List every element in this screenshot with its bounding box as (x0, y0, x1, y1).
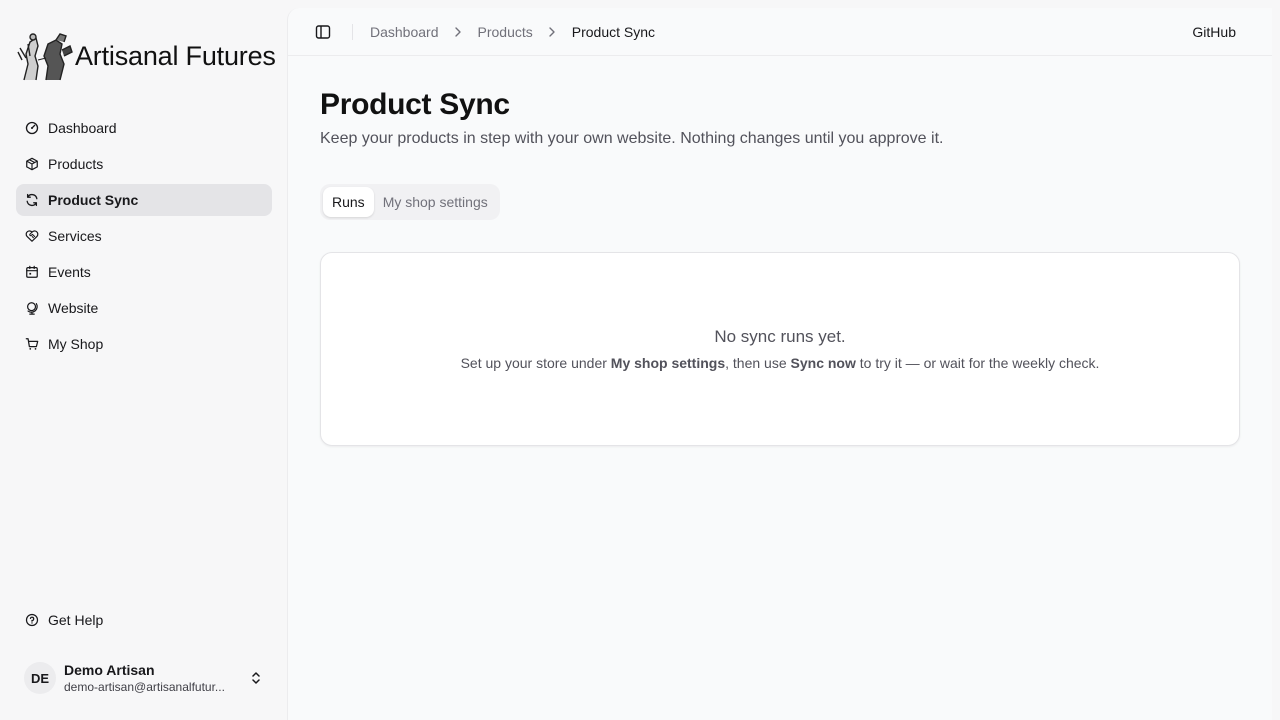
gauge-icon (25, 121, 39, 135)
user-email: demo-artisan@artisanalfutur... (64, 679, 225, 694)
sidebar: Artisanal Futures Dashboard Products Pro… (0, 0, 288, 720)
chevron-right-icon (451, 25, 465, 39)
github-link[interactable]: GitHub (1192, 24, 1236, 40)
tab-runs[interactable]: Runs (323, 187, 374, 217)
empty-state-title: No sync runs yet. (714, 327, 846, 346)
tab-my-shop-settings[interactable]: My shop settings (374, 187, 497, 217)
breadcrumb: Dashboard Products Product Sync (370, 24, 655, 40)
main-content: Dashboard Products Product Sync GitHub P… (287, 8, 1272, 720)
help-circle-icon (25, 613, 39, 627)
sidebar-item-label: My Shop (48, 336, 104, 352)
page-title: Product Sync (320, 88, 510, 121)
sidebar-item-services[interactable]: Services (16, 220, 272, 252)
sidebar-item-my-shop[interactable]: My Shop (16, 328, 272, 360)
artisanal-hands-logo-icon (16, 30, 74, 82)
empty-desc-text-3: to try it — or wait for the weekly check… (855, 355, 1100, 371)
brand-name: Artisanal Futures (75, 40, 276, 71)
get-help-button[interactable]: Get Help (16, 604, 272, 636)
shopping-cart-icon (25, 337, 39, 351)
sidebar-item-events[interactable]: Events (16, 256, 272, 288)
sidebar-item-label: Events (48, 264, 91, 280)
page-subtitle: Keep your products in step with your own… (320, 130, 944, 147)
chevron-right-icon (545, 25, 559, 39)
sidebar-item-label: Products (48, 156, 104, 172)
sidebar-nav: Dashboard Products Product Sync Services… (16, 112, 272, 364)
sidebar-item-label: Product Sync (48, 192, 139, 208)
breadcrumb-products[interactable]: Products (478, 24, 533, 40)
runs-empty-state-card: No sync runs yet. Set up your store unde… (320, 252, 1240, 446)
sidebar-help: Get Help (16, 604, 272, 640)
sidebar-item-products[interactable]: Products (16, 148, 272, 180)
sidebar-item-label: Services (48, 228, 102, 244)
sidebar-item-label: Website (48, 300, 99, 316)
empty-desc-sync-now: Sync now (790, 355, 856, 371)
sidebar-item-dashboard[interactable]: Dashboard (16, 112, 272, 144)
get-help-label: Get Help (48, 612, 104, 628)
user-name: Demo Artisan (64, 661, 155, 678)
sidebar-toggle-icon[interactable] (315, 24, 331, 40)
tab-list: Runs My shop settings (320, 184, 500, 220)
breadcrumb-product-sync: Product Sync (571, 24, 656, 40)
chevrons-up-down-icon (248, 670, 264, 686)
refresh-icon (25, 193, 39, 207)
globe-icon (25, 301, 39, 315)
empty-desc-shop-settings: My shop settings (610, 355, 726, 371)
calendar-icon (25, 265, 39, 279)
divider (352, 24, 353, 40)
empty-state-description: Set up your store under My shop settings… (321, 355, 1239, 371)
sidebar-item-product-sync[interactable]: Product Sync (16, 184, 272, 216)
empty-desc-text-2: , then use (725, 355, 791, 371)
brand[interactable]: Artisanal Futures (16, 30, 276, 82)
package-icon (25, 157, 39, 171)
user-info: Demo Artisan demo-artisan@artisanalfutur… (64, 662, 236, 695)
topbar: Dashboard Products Product Sync GitHub (288, 8, 1272, 56)
empty-desc-text-1: Set up your store under (460, 355, 611, 371)
user-menu[interactable]: DE Demo Artisan demo-artisan@artisanalfu… (16, 656, 272, 700)
sidebar-item-website[interactable]: Website (16, 292, 272, 324)
breadcrumb-dashboard[interactable]: Dashboard (370, 24, 439, 40)
heart-handshake-icon (25, 229, 39, 243)
avatar: DE (24, 662, 56, 694)
sidebar-item-label: Dashboard (48, 120, 117, 136)
